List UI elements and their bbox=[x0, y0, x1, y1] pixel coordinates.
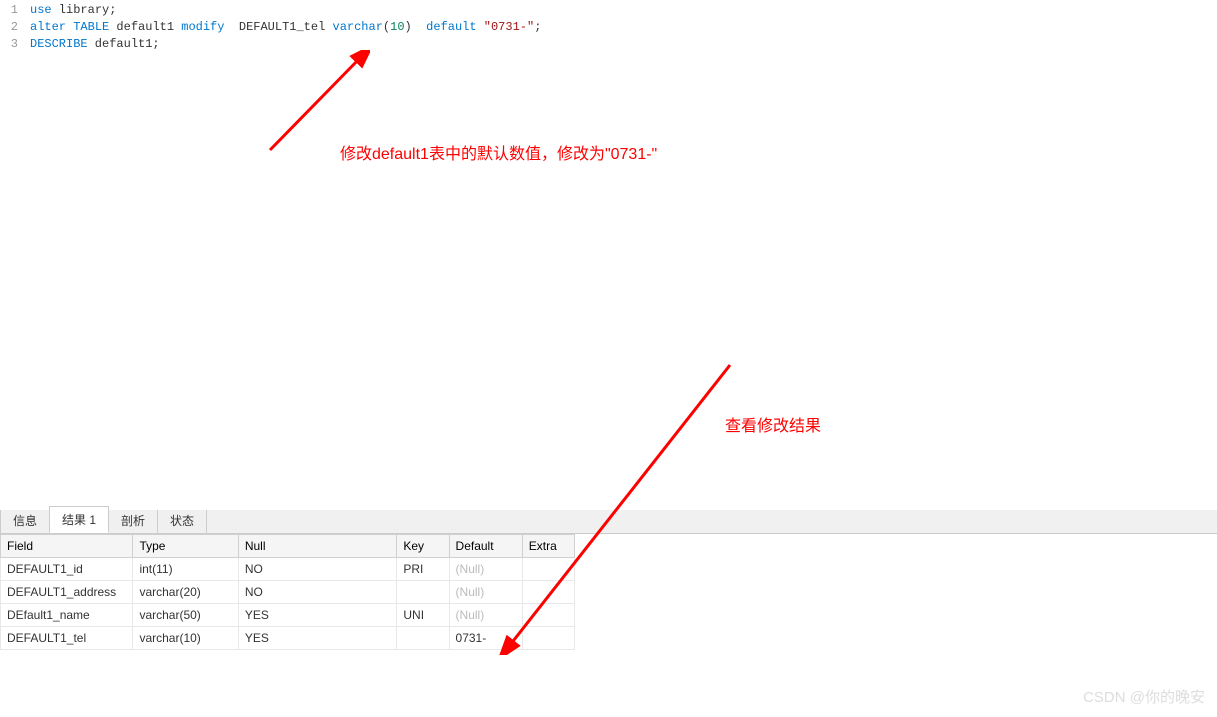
code-content[interactable]: DESCRIBE default1; bbox=[30, 36, 160, 53]
table-cell[interactable]: PRI bbox=[397, 558, 449, 581]
table-cell[interactable]: (Null) bbox=[449, 604, 522, 627]
table-cell[interactable]: (Null) bbox=[449, 558, 522, 581]
table-cell[interactable] bbox=[522, 604, 574, 627]
table-cell[interactable]: DEfault1_name bbox=[1, 604, 133, 627]
sql-editor[interactable]: 1use library;2alter TABLE default1 modif… bbox=[0, 0, 1217, 510]
table-cell[interactable] bbox=[522, 627, 574, 650]
table-cell[interactable] bbox=[522, 558, 574, 581]
table-cell[interactable]: int(11) bbox=[133, 558, 238, 581]
table-row[interactable]: DEFAULT1_telvarchar(10)YES 0731- bbox=[1, 627, 575, 650]
line-number: 1 bbox=[0, 2, 30, 19]
results-tabs: 信息结果 1剖析状态 bbox=[0, 510, 1217, 534]
table-cell[interactable]: DEFAULT1_address bbox=[1, 581, 133, 604]
table-row[interactable]: DEFAULT1_addressvarchar(20)NO (Null) bbox=[1, 581, 575, 604]
line-number: 3 bbox=[0, 36, 30, 53]
table-cell[interactable] bbox=[522, 581, 574, 604]
column-header-default[interactable]: Default bbox=[449, 535, 522, 558]
table-cell[interactable]: YES bbox=[238, 627, 397, 650]
table-cell[interactable]: varchar(10) bbox=[133, 627, 238, 650]
annotation-text-1: 修改default1表中的默认数值，修改为"0731-" bbox=[340, 140, 657, 164]
annotation-text-2: 查看修改结果 bbox=[725, 412, 821, 436]
table-row[interactable]: DEFAULT1_idint(11)NOPRI(Null) bbox=[1, 558, 575, 581]
code-line[interactable]: 2alter TABLE default1 modify DEFAULT1_te… bbox=[0, 19, 1217, 36]
table-cell[interactable]: NO bbox=[238, 558, 397, 581]
table-cell[interactable]: YES bbox=[238, 604, 397, 627]
code-content[interactable]: use library; bbox=[30, 2, 116, 19]
watermark: CSDN @你的晚安 bbox=[1083, 686, 1205, 707]
results-panel: FieldTypeNullKeyDefaultExtra DEFAULT1_id… bbox=[0, 534, 1217, 650]
table-cell[interactable]: DEFAULT1_id bbox=[1, 558, 133, 581]
table-cell[interactable]: varchar(20) bbox=[133, 581, 238, 604]
table-cell[interactable]: (Null) bbox=[449, 581, 522, 604]
table-cell[interactable]: 0731- bbox=[449, 627, 522, 650]
table-cell[interactable]: UNI bbox=[397, 604, 449, 627]
code-line[interactable]: 1use library; bbox=[0, 2, 1217, 19]
code-line[interactable]: 3DESCRIBE default1; bbox=[0, 36, 1217, 53]
results-table[interactable]: FieldTypeNullKeyDefaultExtra DEFAULT1_id… bbox=[0, 534, 575, 650]
column-header-field[interactable]: Field bbox=[1, 535, 133, 558]
tab-状态[interactable]: 状态 bbox=[157, 507, 207, 533]
column-header-type[interactable]: Type bbox=[133, 535, 238, 558]
table-cell[interactable]: DEFAULT1_tel bbox=[1, 627, 133, 650]
code-content[interactable]: alter TABLE default1 modify DEFAULT1_tel… bbox=[30, 19, 541, 36]
column-header-null[interactable]: Null bbox=[238, 535, 397, 558]
table-cell[interactable] bbox=[397, 627, 449, 650]
table-cell[interactable]: NO bbox=[238, 581, 397, 604]
table-cell[interactable] bbox=[397, 581, 449, 604]
column-header-key[interactable]: Key bbox=[397, 535, 449, 558]
tab-信息[interactable]: 信息 bbox=[0, 507, 50, 533]
table-row[interactable]: DEfault1_namevarchar(50)YESUNI(Null) bbox=[1, 604, 575, 627]
table-cell[interactable]: varchar(50) bbox=[133, 604, 238, 627]
line-number: 2 bbox=[0, 19, 30, 36]
tab-结果 1[interactable]: 结果 1 bbox=[49, 506, 109, 533]
column-header-extra[interactable]: Extra bbox=[522, 535, 574, 558]
tab-剖析[interactable]: 剖析 bbox=[108, 507, 158, 533]
